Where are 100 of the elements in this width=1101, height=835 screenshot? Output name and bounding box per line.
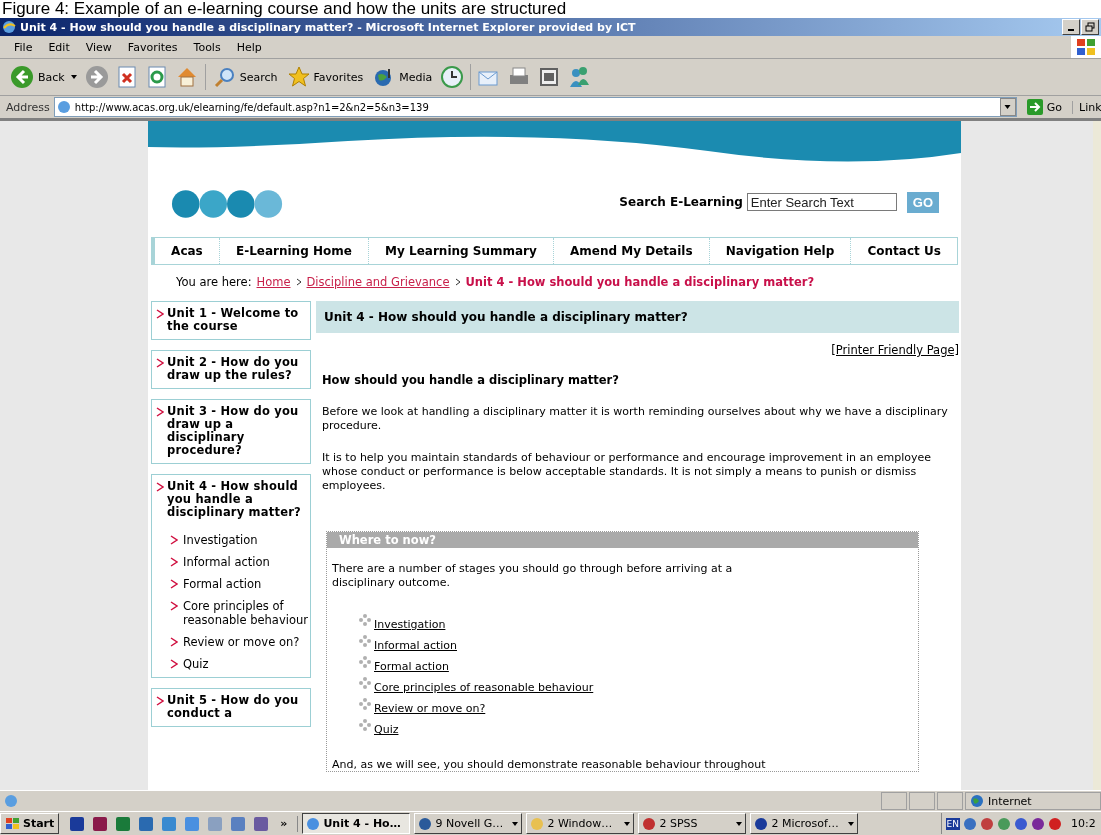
breadcrumb-link[interactable]: Home xyxy=(256,275,291,289)
bullet-icon xyxy=(358,697,372,711)
taskbar-button[interactable]: 2 Window… xyxy=(526,813,635,834)
minimize-button[interactable] xyxy=(1062,19,1080,35)
bullet-icon xyxy=(358,655,372,669)
more-button[interactable]: » xyxy=(276,817,292,830)
taskbar-button[interactable]: Unit 4 - Ho… xyxy=(302,813,411,834)
topic-link[interactable]: Quiz xyxy=(183,657,209,671)
back-button[interactable]: Back xyxy=(8,65,79,89)
separator-icon xyxy=(454,278,461,286)
page-icon xyxy=(4,794,18,808)
unit-heading: Unit 4 - How should you handle a disciplinary matter? xyxy=(316,301,959,333)
caret-icon xyxy=(1004,105,1012,109)
people-icon[interactable] xyxy=(567,65,592,89)
forward-icon[interactable] xyxy=(84,65,109,89)
quick-launch-icon[interactable] xyxy=(92,815,109,832)
unit-link[interactable]: Unit 1 - Welcome to the course xyxy=(167,307,308,333)
start-button[interactable]: Start xyxy=(0,813,60,834)
topic-link[interactable]: Investigation xyxy=(183,533,258,547)
paragraph: It is to help you maintain standards of behaviour or performance and encourage improvement in an employee whose conduct or performance is below acceptable standards. It is not simply a means to punish or dismiss employees. xyxy=(322,451,932,493)
tray-icon[interactable] xyxy=(997,816,1011,831)
status-panel xyxy=(937,792,963,810)
nav-link[interactable]: Navigation Help xyxy=(709,238,852,264)
address-field[interactable]: http://www.acas.org.uk/elearning/fe/default.asp?n1=2&n2=5&n3=139 xyxy=(53,97,1017,117)
taskbar-button[interactable]: 9 Novell G… xyxy=(414,813,523,834)
breadcrumb-link[interactable]: Discipline and Grievance xyxy=(306,275,450,289)
topic-link[interactable]: Review or move on? xyxy=(374,702,486,715)
caret-icon xyxy=(848,821,855,826)
unit-link[interactable]: Unit 5 - How do you conduct a xyxy=(167,694,308,720)
media-button[interactable]: Media xyxy=(371,66,435,88)
tray-icon[interactable] xyxy=(1031,816,1045,831)
status-panel xyxy=(881,792,907,810)
scrollbar[interactable] xyxy=(1093,121,1101,790)
taskbar-button[interactable]: 2 SPSS xyxy=(638,813,747,834)
bullet-icon xyxy=(358,718,372,732)
breadcrumb-current: Unit 4 - How should you handle a disciplinary matter? xyxy=(465,275,815,289)
topic-link[interactable]: Informal action xyxy=(183,555,270,569)
panel-heading: Where to now? xyxy=(327,532,918,548)
bullet-icon xyxy=(358,634,372,648)
dropdown-button[interactable] xyxy=(999,98,1016,116)
topic-link[interactable]: Core principles of reasonable behaviour xyxy=(374,681,594,694)
topic-link[interactable]: Quiz xyxy=(374,723,399,736)
search-button[interactable]: Search xyxy=(211,66,280,88)
section-heading: How should you handle a disciplinary matter? xyxy=(321,372,620,387)
restore-icon xyxy=(1085,22,1095,32)
nav-link[interactable]: E-Learning Home xyxy=(219,238,369,264)
chevron-icon xyxy=(156,696,164,706)
nav-link[interactable]: Amend My Details xyxy=(553,238,710,264)
window-title: Unit 4 - How should you handle a disciplinary matter? - Microsoft Internet Explorer provided by ICT xyxy=(20,20,637,34)
nav-link[interactable]: Contact Us xyxy=(851,238,957,264)
bullet-icon xyxy=(358,613,372,627)
links-label[interactable]: Link xyxy=(1072,100,1101,114)
clock-icon[interactable] xyxy=(440,65,465,89)
paragraph: And, as we will see, you should demonstrate reasonable behaviour throughout xyxy=(332,758,767,771)
breadcrumb-label: You are here: xyxy=(176,275,252,289)
security-zone: Internet xyxy=(965,792,1101,810)
arrow-icon xyxy=(1026,99,1043,115)
quick-launch-icon[interactable] xyxy=(253,815,270,832)
topic-link[interactable]: Review or move on? xyxy=(183,635,300,649)
nav-link[interactable]: My Learning Summary xyxy=(369,238,554,264)
menu-item[interactable]: Favorites xyxy=(119,40,186,54)
language-indicator[interactable]: EN xyxy=(945,817,960,830)
tray-icon[interactable] xyxy=(980,816,994,831)
topic-link[interactable]: Core principles of reasonable behaviour xyxy=(183,599,308,627)
menu-item[interactable]: Edit xyxy=(40,40,78,54)
menu-item[interactable]: View xyxy=(77,40,120,54)
tray-icon[interactable] xyxy=(1048,816,1062,831)
nav-link[interactable]: Acas xyxy=(155,238,220,264)
figure-caption: Figure 4: Example of an e-learning course and how the units are structured xyxy=(0,0,1101,18)
favorites-button[interactable]: Favorites xyxy=(285,66,366,88)
search-icon xyxy=(213,66,236,88)
search-field[interactable]: Enter Search Text xyxy=(746,193,897,211)
printer-friendly-link[interactable]: [Printer Friendly Page] xyxy=(831,343,959,357)
bullet-icon xyxy=(358,676,372,690)
search-label: Search E-Learning xyxy=(619,195,743,209)
menu-item[interactable]: Help xyxy=(228,40,270,54)
menu-item[interactable]: Tools xyxy=(185,40,229,54)
quick-launch-icon[interactable] xyxy=(69,815,86,832)
browser-icon xyxy=(2,20,16,34)
menu-item[interactable]: File xyxy=(6,40,41,54)
app-icon xyxy=(530,816,545,831)
paragraph: There are a number of stages you should go through before arriving at a disciplinary outcome. xyxy=(332,562,734,590)
tray-icon[interactable] xyxy=(963,816,977,831)
topic-link[interactable]: Informal action xyxy=(374,639,457,652)
unit-link[interactable]: Unit 2 - How do you draw up the rules? xyxy=(167,356,308,382)
quick-launch-icon[interactable] xyxy=(115,815,132,832)
taskbar-button[interactable]: 2 Microsof… xyxy=(750,813,859,834)
page-icon xyxy=(56,100,71,114)
topic-link[interactable]: Formal action xyxy=(374,660,449,673)
tray-icon[interactable] xyxy=(1014,816,1028,831)
topic-link[interactable]: Formal action xyxy=(183,577,262,591)
separator-icon xyxy=(295,278,302,286)
app-icon xyxy=(642,816,657,831)
unit-link[interactable]: Unit 3 - How do you draw up a disciplinary procedure? xyxy=(167,405,308,457)
quick-launch-icon[interactable] xyxy=(138,815,155,832)
unit-link[interactable]: Unit 4 - How should you handle a disciplinary matter? xyxy=(167,480,308,519)
topic-link[interactable]: Investigation xyxy=(374,618,446,631)
go-button[interactable]: Go xyxy=(1020,99,1068,115)
chevron-icon xyxy=(156,358,164,368)
restore-button[interactable] xyxy=(1081,19,1099,35)
